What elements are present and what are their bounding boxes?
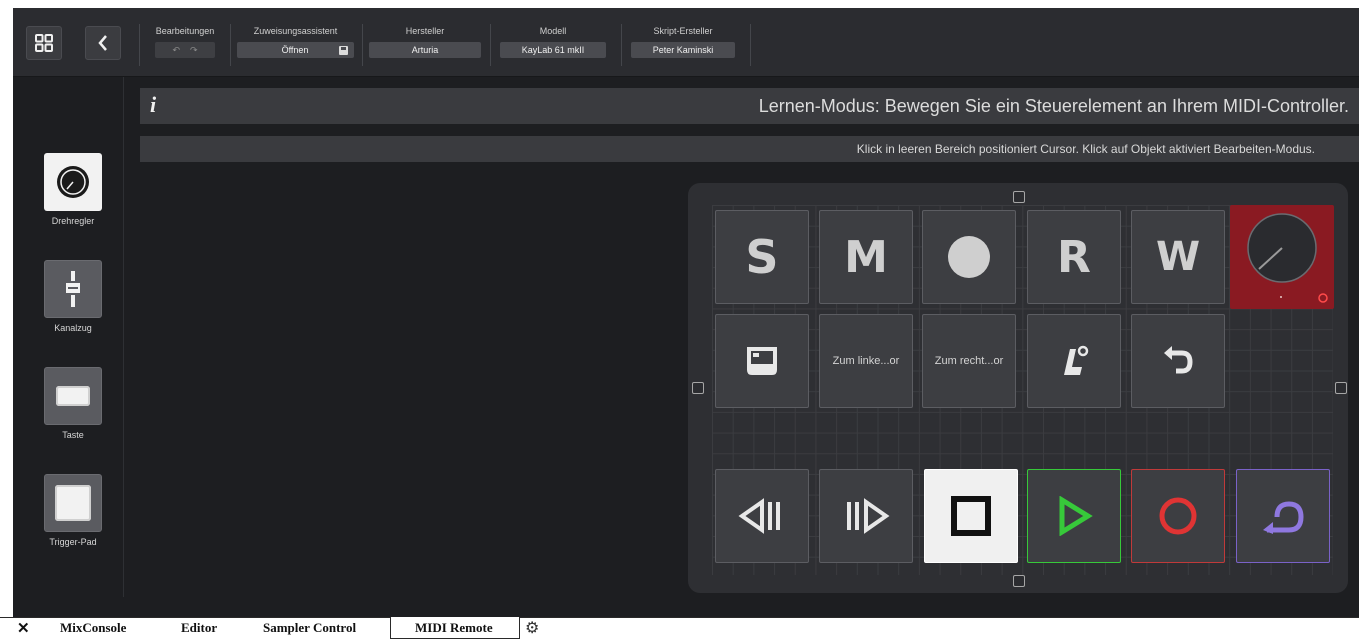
- resize-handle-left[interactable]: [692, 382, 704, 394]
- play-button[interactable]: [1027, 469, 1121, 563]
- knob-control[interactable]: [1230, 205, 1334, 309]
- palette-knob[interactable]: [44, 153, 102, 211]
- manufacturer-field[interactable]: Arturia: [369, 42, 481, 58]
- solo-label: S: [745, 230, 779, 284]
- record-button[interactable]: [1131, 469, 1225, 563]
- window-button[interactable]: [715, 314, 809, 408]
- separator: [230, 24, 231, 66]
- tab-midi-remote[interactable]: MIDI Remote: [390, 617, 520, 639]
- close-icon[interactable]: ✕: [17, 619, 30, 637]
- assignment-label: Zuweisungsassistent: [253, 26, 338, 36]
- chevron-left-icon: [98, 35, 107, 51]
- undo-redo-field: ↶ ↷: [155, 42, 215, 58]
- button-icon: [56, 386, 90, 406]
- separator: [362, 24, 363, 66]
- grid-icon: [35, 34, 53, 52]
- separator: [139, 24, 140, 66]
- separator: [750, 24, 751, 66]
- cycle-button[interactable]: [1236, 469, 1330, 563]
- palette-button[interactable]: [44, 367, 102, 425]
- assignment-open-label: Öffnen: [281, 45, 309, 55]
- mute-button[interactable]: M: [819, 210, 913, 304]
- tab-label: Sampler Control: [263, 620, 357, 635]
- pad-icon: [55, 485, 91, 521]
- manufacturer-label: Hersteller: [405, 26, 445, 36]
- palette-label-knob: Drehregler: [51, 216, 95, 226]
- resize-handle-right[interactable]: [1335, 382, 1347, 394]
- metronome-icon: [1064, 345, 1089, 375]
- window-icon: [747, 347, 777, 375]
- stop-button[interactable]: [924, 469, 1018, 563]
- tab-label: Editor: [181, 620, 218, 635]
- forward-button[interactable]: [819, 469, 913, 563]
- palette-pad[interactable]: [44, 474, 102, 532]
- palette-label-button: Taste: [62, 430, 84, 440]
- controller-surface[interactable]: S M R W Zum linke...or Zum recht...or: [688, 183, 1348, 593]
- learn-mode-message: Lernen-Modus: Bewegen Sie ein Steuerelem…: [758, 96, 1349, 116]
- assignment-group: Zuweisungsassistent Öffnen: [237, 26, 354, 58]
- to-right-locator-button[interactable]: Zum recht...or: [922, 314, 1016, 408]
- info-icon: i: [150, 92, 157, 117]
- bottom-tab-bar: ✕ MixConsole Editor Sampler Control MIDI…: [0, 617, 1359, 639]
- script-author-field[interactable]: Peter Kaminski: [631, 42, 735, 58]
- undo-icon[interactable]: ↶: [172, 45, 180, 56]
- separator: [621, 24, 622, 66]
- model-label: Modell: [539, 26, 567, 36]
- to-left-locator-button[interactable]: Zum linke...or: [819, 314, 913, 408]
- back-button[interactable]: [85, 26, 121, 60]
- mute-label: M: [844, 231, 888, 283]
- tab-label: MixConsole: [60, 620, 127, 635]
- circle-icon: [948, 236, 990, 278]
- to-right-locator-label: Zum recht...or: [934, 355, 1004, 367]
- metronome-button[interactable]: [1027, 314, 1121, 408]
- resize-handle-top[interactable]: [1013, 191, 1025, 203]
- hint-text: Klick in leeren Bereich positioniert Cur…: [856, 142, 1315, 156]
- model-group: Modell KayLab 61 mkII: [500, 26, 606, 58]
- save-icon: [339, 45, 348, 55]
- midi-remote-window: Bearbeitungen ↶ ↷ Zuweisungsassistent Öf…: [13, 8, 1359, 617]
- knob-icon: [1247, 213, 1328, 303]
- read-button[interactable]: R: [1027, 210, 1121, 304]
- layout-toggle-button[interactable]: [26, 26, 62, 60]
- edits-group: Bearbeitungen ↶ ↷: [147, 26, 223, 58]
- manufacturer-group: Hersteller Arturia: [369, 26, 481, 58]
- write-label: W: [1155, 234, 1201, 280]
- read-label: R: [1057, 231, 1091, 283]
- rewind-icon: [738, 498, 780, 534]
- stop-icon: [951, 496, 991, 536]
- undo-button[interactable]: [1131, 314, 1225, 408]
- solo-button[interactable]: S: [715, 210, 809, 304]
- tab-mixconsole[interactable]: MixConsole: [60, 617, 126, 639]
- rewind-button[interactable]: [715, 469, 809, 563]
- redo-icon[interactable]: ↷: [190, 45, 198, 56]
- script-author-group: Skript-Ersteller Peter Kaminski: [631, 26, 735, 58]
- separator: [490, 24, 491, 66]
- knob-icon: [57, 166, 89, 198]
- resize-handle-bottom[interactable]: [1013, 575, 1025, 587]
- forward-icon: [847, 498, 890, 534]
- undo-icon: [1164, 346, 1193, 374]
- record-arm-button[interactable]: [922, 210, 1016, 304]
- cycle-icon: [1263, 501, 1304, 534]
- palette-fader[interactable]: [44, 260, 102, 318]
- fader-icon: [64, 271, 82, 307]
- palette-label-pad: Trigger-Pad: [49, 537, 97, 547]
- tab-label: MIDI Remote: [415, 619, 493, 635]
- palette-label-fader: Kanalzug: [54, 323, 92, 333]
- toolbar: Bearbeitungen ↶ ↷ Zuweisungsassistent Öf…: [13, 8, 1359, 77]
- record-icon: [1159, 497, 1197, 535]
- model-field[interactable]: KayLab 61 mkII: [500, 42, 606, 58]
- play-icon: [1059, 496, 1093, 536]
- assignment-open-button[interactable]: Öffnen: [237, 42, 354, 58]
- write-button[interactable]: W: [1131, 210, 1225, 304]
- edits-label: Bearbeitungen: [155, 26, 215, 36]
- info-bar: i Lernen-Modus: Bewegen Sie ein Steuerel…: [140, 88, 1359, 124]
- hint-bar: Klick in leeren Bereich positioniert Cur…: [140, 136, 1359, 162]
- tab-sampler-control[interactable]: Sampler Control: [263, 617, 356, 639]
- to-left-locator-label: Zum linke...or: [832, 355, 900, 367]
- gear-icon[interactable]: ⚙: [525, 618, 539, 638]
- tab-editor[interactable]: Editor: [181, 617, 217, 639]
- control-palette: Drehregler Kanalzug Taste Trigger-Pad: [13, 77, 124, 597]
- script-author-label: Skript-Ersteller: [653, 26, 713, 36]
